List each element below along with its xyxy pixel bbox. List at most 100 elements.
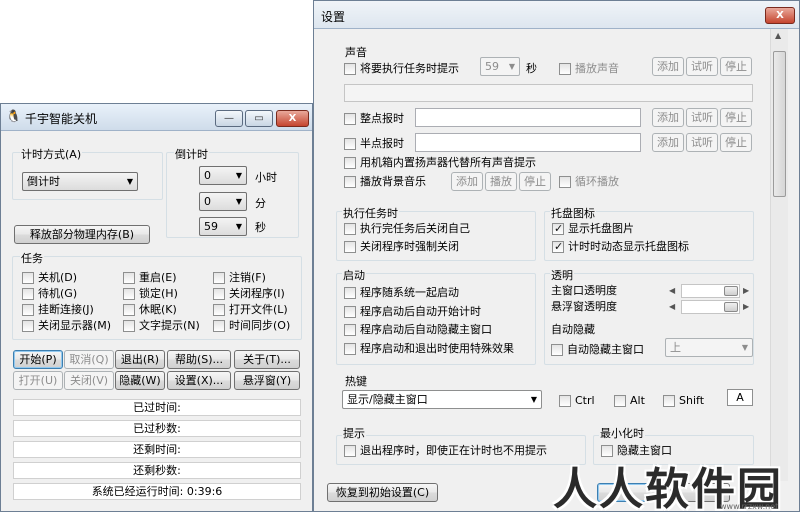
restore-defaults-button[interactable]: 恢复到初始设置(C) xyxy=(327,483,438,502)
bg-music-add-button[interactable]: 添加 xyxy=(451,172,483,191)
hours-select[interactable]: 0 ▼ xyxy=(199,166,247,185)
task-text-prompt[interactable]: 文字提示(N) xyxy=(123,319,200,333)
half-hour-stop-button[interactable]: 停止 xyxy=(720,133,752,152)
task-monitor-off[interactable]: 关闭显示器(M) xyxy=(22,319,111,333)
open-button[interactable]: 打开(U) xyxy=(13,371,63,390)
settings-button[interactable]: 设置(X)... xyxy=(167,371,231,390)
exit-button[interactable]: 退出(R) xyxy=(115,350,165,369)
settings-window: 设置 X ▲ 声音 将要执行任务时提示 59 ▼ 秒 播放声音 添加 试听 停止 … xyxy=(313,0,800,512)
task-standby[interactable]: 待机(G) xyxy=(22,287,77,301)
start-button[interactable]: 开始(P) xyxy=(13,350,63,369)
task-open-file[interactable]: 打开文件(L) xyxy=(213,303,288,317)
hotkey-action-select[interactable]: 显示/隐藏主窗口 ▼ xyxy=(342,390,542,409)
countdown-label: 倒计时 xyxy=(174,146,209,162)
chevron-down-icon: ▼ xyxy=(126,177,133,186)
timing-mode-label: 计时方式(A) xyxy=(20,146,83,162)
tray-icon-label: 托盘图标 xyxy=(550,205,596,221)
close-window-button[interactable]: 关闭(V) xyxy=(64,371,114,390)
hourly-add-button[interactable]: 添加 xyxy=(652,108,684,127)
main-window-opacity-slider[interactable] xyxy=(681,284,740,298)
minimize-label: 最小化时 xyxy=(599,425,645,441)
minimize-button[interactable]: — xyxy=(215,110,243,127)
hourly-chime-checkbox[interactable]: 整点报时 xyxy=(344,112,404,126)
task-logoff[interactable]: 注销(F) xyxy=(213,271,266,285)
seconds-unit: 秒 xyxy=(255,221,266,234)
auto-hide-main-checkbox[interactable]: 程序启动后自动隐藏主窗口 xyxy=(344,323,492,337)
run-at-startup-checkbox[interactable]: 程序随系统一起启动 xyxy=(344,286,459,300)
settings-window-titlebar[interactable]: 设置 X xyxy=(314,1,799,29)
settings-close-button[interactable]: X xyxy=(765,7,795,24)
task-hangup[interactable]: 挂断连接(J) xyxy=(22,303,94,317)
sound-add-button[interactable]: 添加 xyxy=(652,57,684,76)
restore-button[interactable]: ▭ xyxy=(245,110,273,127)
shutdown-window-titlebar[interactable]: 🐧 千宇智能关机 — ▭ X xyxy=(1,104,312,131)
release-memory-button[interactable]: 释放部分物理内存(B) xyxy=(14,225,150,244)
internal-speaker-checkbox[interactable]: 用机箱内置扬声器代替所有声音提示 xyxy=(344,156,536,170)
special-effects-checkbox[interactable]: 程序启动和退出时使用特殊效果 xyxy=(344,342,514,356)
arrow-right-icon[interactable]: ▶ xyxy=(743,300,749,314)
cancel-button[interactable]: 取消(Q) xyxy=(64,350,114,369)
half-hour-add-button[interactable]: 添加 xyxy=(652,133,684,152)
hourly-stop-button[interactable]: 停止 xyxy=(720,108,752,127)
watermark-url: www.rrzxw.net xyxy=(720,502,779,511)
task-lock[interactable]: 锁定(H) xyxy=(123,287,178,301)
slider-thumb[interactable] xyxy=(724,302,738,312)
hourly-chime-input[interactable] xyxy=(415,108,641,127)
bg-music-stop-button[interactable]: 停止 xyxy=(519,172,551,191)
prompt-before-task-checkbox[interactable]: 将要执行任务时提示 xyxy=(344,62,459,76)
half-hour-chime-checkbox[interactable]: 半点报时 xyxy=(344,137,404,151)
uptime-field: 系统已经运行时间: 0:39:6 xyxy=(13,483,301,500)
elapsed-time-field: 已过时间: xyxy=(13,399,301,416)
seconds-select[interactable]: 59 ▼ xyxy=(199,217,247,236)
task-shutdown[interactable]: 关机(D) xyxy=(22,271,77,285)
show-tray-image-checkbox[interactable]: 显示托盘图片 xyxy=(552,222,634,236)
exit-prompt-checkbox[interactable]: 退出程序时，即使正在计时也不用提示 xyxy=(344,444,547,458)
shift-modifier-checkbox[interactable]: Shift xyxy=(663,394,704,408)
vertical-scrollbar[interactable]: ▲ xyxy=(770,29,788,481)
ctrl-modifier-checkbox[interactable]: Ctrl xyxy=(559,394,595,408)
force-close-checkbox[interactable]: 关闭程序时强制关闭 xyxy=(344,240,459,254)
half-hour-test-button[interactable]: 试听 xyxy=(686,133,718,152)
auto-start-timing-checkbox[interactable]: 程序启动后自动开始计时 xyxy=(344,305,481,319)
close-button[interactable]: X xyxy=(276,110,309,127)
sound-section-label: 声音 xyxy=(344,44,368,60)
loop-play-checkbox[interactable]: 循环播放 xyxy=(559,175,619,189)
hourly-test-button[interactable]: 试听 xyxy=(686,108,718,127)
close-self-after-task-checkbox[interactable]: 执行完任务后关闭自己 xyxy=(344,222,470,236)
half-hour-chime-input[interactable] xyxy=(415,133,641,152)
arrow-left-icon[interactable]: ◀ xyxy=(669,300,675,314)
animate-tray-icon-checkbox[interactable]: 计时时动态显示托盘图标 xyxy=(552,240,689,254)
settings-window-title: 设置 xyxy=(321,10,346,24)
alt-modifier-checkbox[interactable]: Alt xyxy=(614,394,645,408)
auto-hide-position-select[interactable]: 上 ▼ xyxy=(665,338,753,357)
scroll-up-icon[interactable]: ▲ xyxy=(775,31,781,40)
task-hibernate[interactable]: 休眠(K) xyxy=(123,303,177,317)
hotkey-label: 热键 xyxy=(344,373,368,389)
task-restart[interactable]: 重启(E) xyxy=(123,271,177,285)
hotkey-key-input[interactable]: A xyxy=(727,389,753,406)
about-button[interactable]: 关于(T)... xyxy=(234,350,300,369)
play-sound-checkbox[interactable]: 播放声音 xyxy=(559,62,619,76)
hide-button[interactable]: 隐藏(W) xyxy=(115,371,165,390)
auto-hide-label: 自动隐藏 xyxy=(551,323,595,336)
timing-mode-select[interactable]: 倒计时 ▼ xyxy=(22,172,138,191)
float-window-button[interactable]: 悬浮窗(Y) xyxy=(234,371,300,390)
task-time-sync[interactable]: 时间同步(O) xyxy=(213,319,290,333)
help-button[interactable]: 帮助(S)... xyxy=(167,350,231,369)
slider-thumb[interactable] xyxy=(724,286,738,296)
float-window-opacity-slider[interactable] xyxy=(681,300,740,314)
chevron-down-icon: ▼ xyxy=(235,222,242,231)
arrow-left-icon[interactable]: ◀ xyxy=(669,284,675,298)
arrow-right-icon[interactable]: ▶ xyxy=(743,284,749,298)
minutes-select[interactable]: 0 ▼ xyxy=(199,192,247,211)
sound-test-button[interactable]: 试听 xyxy=(686,57,718,76)
sound-stop-button[interactable]: 停止 xyxy=(720,57,752,76)
task-close-program[interactable]: 关闭程序(I) xyxy=(213,287,285,301)
scroll-thumb[interactable] xyxy=(773,51,786,197)
app-icon: 🐧 xyxy=(6,109,21,123)
sound-file-input[interactable] xyxy=(344,84,753,102)
bg-music-play-button[interactable]: 播放 xyxy=(485,172,517,191)
bg-music-checkbox[interactable]: 播放背景音乐 xyxy=(344,175,426,189)
auto-hide-main-window-checkbox[interactable]: 自动隐藏主窗口 xyxy=(551,343,644,357)
prompt-seconds-select[interactable]: 59 ▼ xyxy=(480,57,520,76)
